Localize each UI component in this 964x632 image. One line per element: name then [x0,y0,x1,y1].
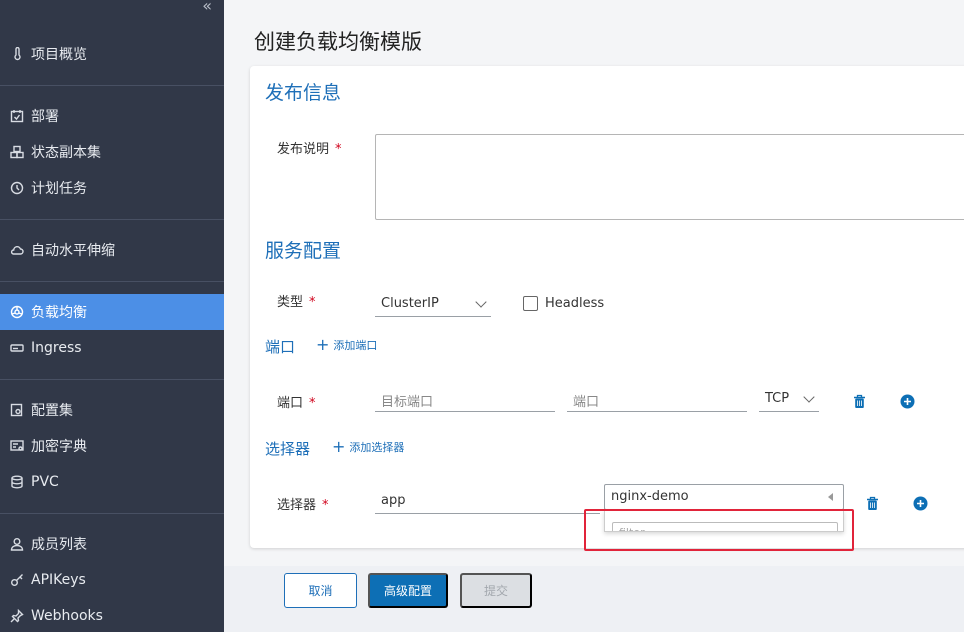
gear-file-icon [9,402,25,418]
caret-left-icon [828,493,833,501]
sidebar-item-statefulsets[interactable]: 状态副本集 [0,134,224,170]
cubes-icon [9,144,25,160]
add-selector-label: 添加选择器 [349,441,405,454]
calendar-check-icon [9,108,25,124]
sidebar-divider [0,219,224,220]
port-row-label: 端口 * [277,396,316,411]
sidebar-item-label: 加密字典 [31,439,87,455]
sidebar-item-label: 部署 [31,109,59,125]
sidebar-divider [0,513,224,514]
plus-icon: + [332,437,346,456]
sidebar-item-label: Ingress [31,340,82,356]
pin-icon [9,608,25,624]
key-icon [9,572,25,588]
selector-value-combobox[interactable]: nginx-demo [604,484,844,510]
key-list-icon [9,438,25,454]
sidebar-divider [0,379,224,380]
port-input[interactable]: 端口 [567,391,747,412]
sidebar-item-deployments[interactable]: 部署 [0,98,224,134]
sidebar-item-ingress[interactable]: Ingress [0,330,224,366]
service-section-title: 服务配置 [265,240,342,262]
plus-circle-icon [913,496,927,510]
user-icon [9,536,25,552]
trash-icon [866,496,878,510]
selector-key-input[interactable]: app [375,493,600,514]
sidebar-item-pvc[interactable]: PVC [0,464,224,500]
sidebar-item-cronjobs[interactable]: 计划任务 [0,170,224,206]
sidebar-item-load-balancer[interactable]: 负载均衡 [0,294,224,330]
delete-port-button[interactable] [851,393,867,409]
sidebar-item-label: 项目概览 [31,47,87,63]
advanced-config-button[interactable]: 高级配置 [368,573,448,608]
clock-icon [9,180,25,196]
add-port-button[interactable]: + 添加端口 [316,337,377,353]
thermometer-icon [9,46,25,62]
sidebar-item-webhooks[interactable]: Webhooks [0,598,224,632]
hard-drive-icon [9,340,25,356]
network-icon [9,304,25,320]
release-desc-label: 发布说明 * [277,142,342,157]
submit-button[interactable]: 提交 [460,573,532,608]
add-selector-row-button[interactable] [912,495,928,511]
selector-row-label: 选择器 * [277,498,329,513]
service-type-value: ClusterIP [381,296,439,311]
sidebar-item-label: PVC [31,474,59,490]
protocol-value: TCP [765,391,790,406]
sidebar-divider [0,85,224,86]
sidebar-item-project-overview[interactable]: 项目概览 [0,36,224,72]
sidebar-divider [0,281,224,282]
add-port-label: 添加端口 [333,339,378,352]
target-port-input[interactable]: 目标端口 [375,391,555,412]
service-type-select[interactable]: ClusterIP [375,296,491,317]
trash-icon [853,394,865,408]
selector-value-text: nginx-demo [611,489,689,504]
sidebar-item-configmaps[interactable]: 配置集 [0,392,224,428]
sidebar-item-label: 自动水平伸缩 [31,243,115,259]
add-port-row-button[interactable] [899,393,915,409]
sidebar-item-label: 成员列表 [31,537,87,553]
sidebar-item-apikeys[interactable]: APIKeys [0,562,224,598]
release-section-title: 发布信息 [265,82,342,104]
page-title: 创建负载均衡模版 [254,30,422,54]
release-desc-textarea[interactable] [375,134,964,220]
highlight-box [584,509,854,551]
sidebar-item-secrets[interactable]: 加密字典 [0,428,224,464]
sidebar-item-hpa[interactable]: 自动水平伸缩 [0,232,224,268]
add-selector-button[interactable]: + 添加选择器 [332,439,404,455]
plus-circle-icon [900,394,914,408]
sidebar-item-label: 计划任务 [31,181,87,197]
selectors-title: 选择器 [265,440,311,458]
chevron-down-icon [803,391,815,403]
sidebar: « 项目概览 部署 状态副本集 计划任务 自动水平伸缩 负载均衡 Ingress… [0,0,224,632]
cancel-button[interactable]: 取消 [284,573,357,608]
headless-label: Headless [545,296,605,311]
sidebar-item-label: 配置集 [31,403,73,419]
database-icon [9,474,25,490]
sidebar-item-label: 状态副本集 [31,145,101,161]
sidebar-item-label: APIKeys [31,572,86,588]
collapse-sidebar-icon[interactable]: « [202,0,212,15]
sidebar-item-members[interactable]: 成员列表 [0,526,224,562]
plus-icon: + [316,335,330,354]
headless-checkbox[interactable] [523,296,538,311]
ports-title: 端口 [265,338,296,356]
chevron-down-icon [475,296,487,308]
sidebar-item-label: Webhooks [31,608,103,624]
protocol-select[interactable]: TCP [759,391,819,412]
sidebar-item-label: 负载均衡 [31,305,87,321]
cloud-icon [9,242,25,258]
delete-selector-button[interactable] [864,495,880,511]
service-type-label: 类型 * [277,295,316,310]
